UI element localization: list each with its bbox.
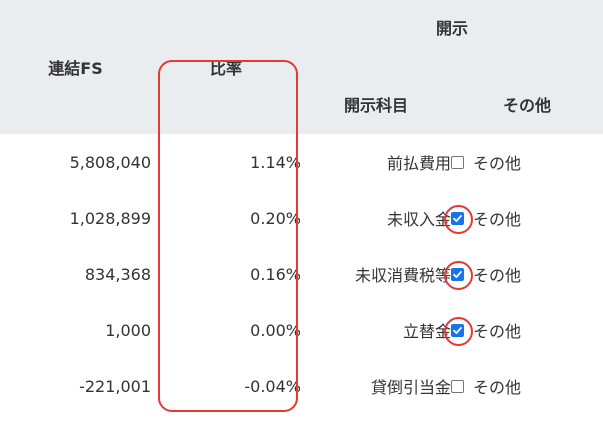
column-header-other-label: その他 (503, 96, 552, 115)
fs-value: 5,808,040 (69, 152, 151, 172)
disclosure-item: 貸倒引当金 (370, 378, 451, 397)
ratio-value: 0.16% (250, 264, 301, 284)
column-header-ratio: 比率 (151, 0, 301, 134)
other-checkbox-label: その他 (473, 154, 522, 173)
disclosure-item: 未収消費税等 (354, 266, 451, 285)
table-row: 1,028,899 0.20% 未収入金 その他 (0, 190, 603, 246)
table-row: 5,808,040 1.14% 前払費用 その他 (0, 134, 603, 190)
other-checkbox-control[interactable]: その他 (444, 316, 522, 346)
fs-value: 1,028,899 (69, 208, 151, 228)
ratio-value: 0.20% (250, 208, 301, 228)
other-cell: その他 (444, 302, 603, 358)
column-header-other: その他 (451, 54, 603, 134)
other-cell: その他 (451, 358, 603, 414)
other-checkbox[interactable] (444, 260, 473, 290)
disclosure-table: 連結FS 比率 開示 開示科目 その他 5,808,040 1.14% 前払費用… (0, 0, 603, 414)
other-checkbox-label: その他 (473, 210, 522, 229)
ratio-value: -0.04% (244, 376, 301, 396)
annotation-circle (444, 316, 473, 346)
other-checkbox-label: その他 (473, 266, 522, 285)
other-checkbox[interactable] (444, 204, 473, 234)
other-cell: その他 (444, 246, 603, 302)
other-checkbox[interactable] (451, 155, 464, 169)
other-cell: その他 (444, 190, 603, 246)
fs-value: 1,000 (105, 320, 151, 340)
table-row: -221,001 -0.04% 貸倒引当金 その他 (0, 358, 603, 414)
column-header-fs-label: 連結FS (48, 59, 103, 78)
other-checkbox-control[interactable]: その他 (451, 374, 521, 398)
column-header-item-label: 開示科目 (343, 96, 408, 115)
other-checkbox-control[interactable]: その他 (444, 260, 522, 290)
other-checkbox-label: その他 (473, 322, 522, 341)
ratio-value: 0.00% (250, 320, 301, 340)
other-cell: その他 (451, 134, 603, 190)
column-header-item: 開示科目 (301, 54, 451, 134)
disclosure-item: 前払費用 (386, 154, 451, 173)
fs-value: -221,001 (79, 376, 151, 396)
annotation-circle (444, 204, 473, 234)
other-checkbox-label: その他 (473, 378, 522, 397)
other-checkbox[interactable] (451, 379, 464, 393)
other-checkbox-control[interactable]: その他 (451, 150, 521, 174)
disclosure-item: 未収入金 (386, 210, 451, 229)
annotation-circle (444, 260, 473, 290)
column-group-disclosure: 開示 (301, 0, 603, 54)
column-header-fs: 連結FS (0, 0, 151, 134)
fs-value: 834,368 (84, 264, 151, 284)
table-row: 1,000 0.00% 立替金 その他 (0, 302, 603, 358)
table-row: 834,368 0.16% 未収消費税等 その他 (0, 246, 603, 302)
disclosure-item: 立替金 (402, 322, 451, 341)
other-checkbox-control[interactable]: その他 (444, 204, 522, 234)
other-checkbox[interactable] (444, 316, 473, 346)
ratio-value: 1.14% (250, 152, 301, 172)
column-header-ratio-label: 比率 (209, 59, 242, 78)
